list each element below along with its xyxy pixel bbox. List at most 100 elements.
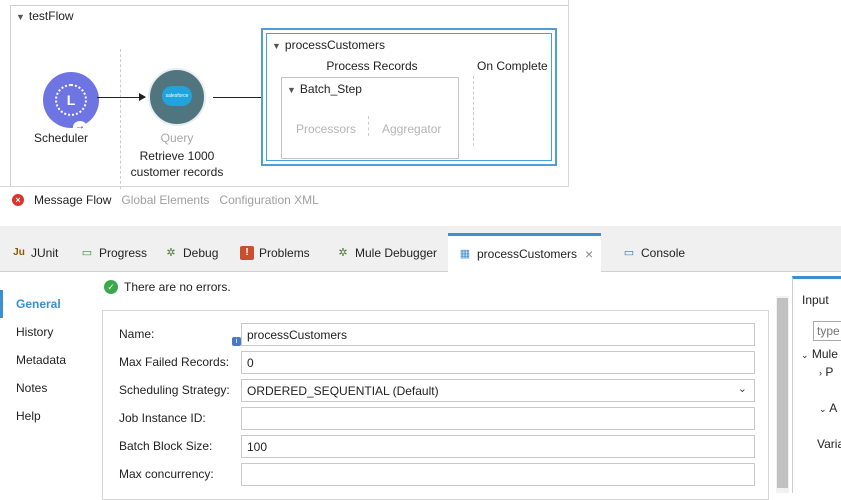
strategy-select[interactable]: ORDERED_SEQUENTIAL (Default) ⌄ xyxy=(241,379,755,402)
name-field[interactable]: processCustomers xyxy=(241,323,755,346)
error-icon: × xyxy=(12,194,24,206)
tree-item-p[interactable]: › P xyxy=(819,365,833,379)
console-icon: ▭ xyxy=(623,247,635,259)
nav-metadata[interactable]: Metadata xyxy=(0,346,90,374)
collapse-triangle-icon[interactable]: ▼ xyxy=(287,85,296,95)
concurrency-row: Max concurrency: xyxy=(119,463,759,487)
chevron-down-icon[interactable]: ⌄ xyxy=(801,350,809,360)
tree-item-p-label: P xyxy=(825,365,834,379)
salesforce-icon: salesforce xyxy=(162,86,192,106)
strategy-value: ORDERED_SEQUENTIAL (Default) xyxy=(247,384,439,398)
job-id-field[interactable] xyxy=(241,407,755,430)
collapse-triangle-icon[interactable]: ▼ xyxy=(272,41,281,51)
strategy-row: Scheduling Strategy: ORDERED_SEQUENTIAL … xyxy=(119,379,759,403)
tab-global-elements[interactable]: Global Elements xyxy=(121,193,209,207)
tab-mule-debugger-label: Mule Debugger xyxy=(355,246,438,260)
tab-mule-debugger[interactable]: ✲ Mule Debugger xyxy=(336,236,437,270)
scheduler-label: Scheduler xyxy=(33,131,89,145)
nav-help[interactable]: Help xyxy=(0,402,90,430)
block-size-row: Batch Block Size: 100 xyxy=(119,435,759,459)
problems-icon: ! xyxy=(240,246,254,260)
validation-status: ✓ There are no errors. xyxy=(104,280,231,294)
tab-junit-label: JUnit xyxy=(31,246,59,260)
batch-step-name: Batch_Step xyxy=(299,82,362,96)
step-divider xyxy=(368,116,369,136)
input-panel-title[interactable]: Input xyxy=(802,293,829,307)
tab-console[interactable]: ▭ Console xyxy=(622,236,685,270)
nav-notes[interactable]: Notes xyxy=(0,374,90,402)
salesforce-query-node[interactable]: salesforce xyxy=(148,68,206,126)
tab-debug[interactable]: ✲ Debug xyxy=(164,236,218,270)
block-size-label: Batch Block Size: xyxy=(119,439,213,453)
junit-icon: Ju xyxy=(13,247,25,258)
tab-problems[interactable]: ! Problems xyxy=(240,236,310,270)
query-label: Query xyxy=(160,131,194,145)
tab-process-customers[interactable]: ▦ processCustomers × xyxy=(448,233,602,272)
tab-configuration-xml[interactable]: Configuration XML xyxy=(219,193,318,207)
tree-item-mule-label: Mule xyxy=(811,347,838,361)
max-failed-row: Max Failed Records: 0 xyxy=(119,351,759,375)
strategy-label: Scheduling Strategy: xyxy=(119,383,230,397)
tab-console-label: Console xyxy=(641,246,686,260)
tab-progress[interactable]: ▭ Progress xyxy=(80,236,147,270)
vertical-scrollbar[interactable] xyxy=(776,296,789,493)
input-panel: Input ⌄ Mule › P ⌄ A Varia xyxy=(792,276,841,493)
input-search[interactable] xyxy=(813,321,841,341)
flow-arrow xyxy=(213,93,268,101)
process-records-label: Process Records xyxy=(326,59,418,73)
batch-job-scope[interactable]: ▼ processCustomers Process Records On Com… xyxy=(261,28,557,166)
batch-job-title[interactable]: ▼ processCustomers xyxy=(272,38,385,52)
scheduler-node[interactable]: L → xyxy=(33,72,99,133)
phase-divider xyxy=(473,76,474,146)
tree-item-variables[interactable]: Varia xyxy=(817,437,841,451)
aggregator-placeholder[interactable]: Aggregator xyxy=(382,122,441,136)
max-failed-label: Max Failed Records: xyxy=(119,355,230,369)
job-id-row: Job Instance ID: xyxy=(119,407,759,431)
properties-side-nav: General History Metadata Notes Help xyxy=(0,290,90,430)
tab-debug-label: Debug xyxy=(183,246,219,260)
tree-item-mule[interactable]: ⌄ Mule xyxy=(801,347,838,361)
clock-ring: L xyxy=(55,84,87,116)
query-description-line2: customer records xyxy=(130,165,224,179)
editor-view-tabs: × Message Flow Global Elements Configura… xyxy=(12,193,319,207)
nav-history[interactable]: History xyxy=(0,318,90,346)
bug-icon: ✲ xyxy=(166,247,176,259)
concurrency-label: Max concurrency: xyxy=(119,467,214,481)
tab-problems-label: Problems xyxy=(259,246,310,260)
flow-container[interactable]: ▼ testFlow L → Scheduler salesforce Query… xyxy=(10,5,568,189)
concurrency-field[interactable] xyxy=(241,463,755,486)
scheduler-icon[interactable]: L → xyxy=(43,72,99,133)
chevron-down-icon[interactable]: ⌄ xyxy=(819,404,827,414)
job-id-label: Job Instance ID: xyxy=(119,411,206,425)
max-failed-field[interactable]: 0 xyxy=(241,351,755,374)
info-icon: i xyxy=(232,337,241,346)
tab-progress-label: Progress xyxy=(99,246,148,260)
bug-icon: ✲ xyxy=(338,247,348,259)
chevron-down-icon[interactable]: ⌄ xyxy=(738,382,747,395)
nav-general[interactable]: General xyxy=(0,290,90,318)
tree-item-a[interactable]: ⌄ A xyxy=(819,401,837,415)
batch-step-title[interactable]: ▼ Batch_Step xyxy=(287,82,362,96)
name-row: Name: processCustomers xyxy=(119,323,759,347)
tab-message-flow[interactable]: Message Flow xyxy=(34,193,111,207)
batch-job-inner: ▼ processCustomers Process Records On Com… xyxy=(266,33,552,161)
scheduler-letter: L xyxy=(66,92,76,108)
flow-canvas: ▼ testFlow L → Scheduler salesforce Query… xyxy=(0,0,569,189)
batch-step-scope[interactable]: ▼ Batch_Step Processors Aggregator xyxy=(281,77,459,159)
batch-job-name: processCustomers xyxy=(284,38,385,52)
chevron-right-icon[interactable]: › xyxy=(819,368,822,378)
panel-tab-strip: Ju JUnit ▭ Progress ✲ Debug ! Problems ✲… xyxy=(0,226,841,272)
query-description-line1: Retrieve 1000 xyxy=(139,149,215,163)
tree-item-a-label: A xyxy=(829,401,838,415)
close-icon[interactable]: × xyxy=(585,246,593,262)
check-icon: ✓ xyxy=(104,280,118,294)
batch-icon: ▦ xyxy=(459,248,471,260)
collapse-triangle-icon[interactable]: ▼ xyxy=(16,12,25,22)
on-complete-label[interactable]: On Complete xyxy=(477,59,548,73)
tab-junit[interactable]: Ju JUnit xyxy=(12,236,58,270)
progress-icon: ▭ xyxy=(81,247,93,259)
processors-placeholder[interactable]: Processors xyxy=(296,122,356,136)
flow-title[interactable]: ▼ testFlow xyxy=(16,9,74,23)
block-size-field[interactable]: 100 xyxy=(241,435,755,458)
scrollbar-thumb[interactable] xyxy=(777,298,788,488)
